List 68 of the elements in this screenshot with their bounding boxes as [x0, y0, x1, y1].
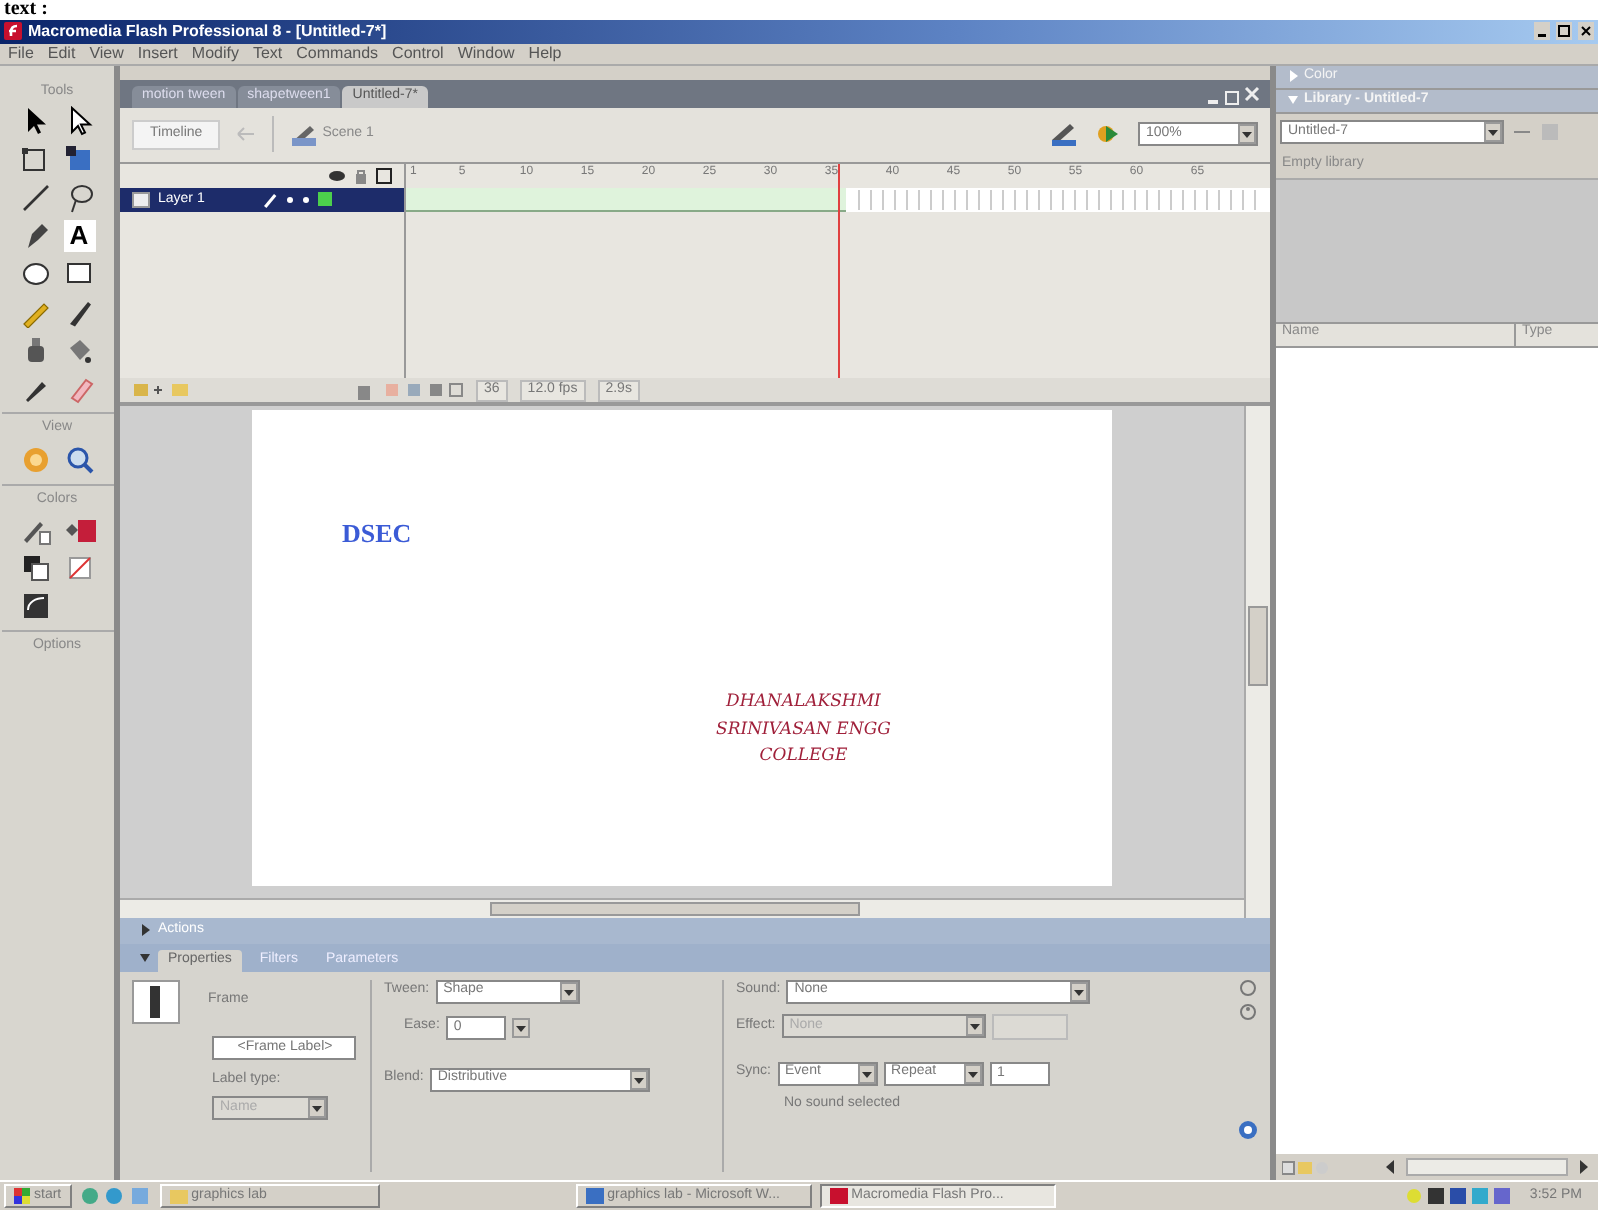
- window-title: Macromedia Flash Professional 8 - [Untitled-7*]: [28, 22, 387, 42]
- search-icon[interactable]: [63, 443, 95, 476]
- accessibility-icon[interactable]: [1240, 1003, 1256, 1019]
- fill-color-icon[interactable]: [63, 514, 95, 547]
- restore-icon[interactable]: [1224, 87, 1240, 108]
- caret-icon[interactable]: [1070, 981, 1089, 1001]
- maximize-icon[interactable]: [1556, 22, 1572, 41]
- caret-icon[interactable]: [559, 981, 578, 1001]
- vertical-scrollbar[interactable]: [1244, 406, 1270, 917]
- lock-icon: [354, 167, 368, 184]
- document-heading: text :: [0, 0, 1598, 20]
- caret-icon[interactable]: [963, 1063, 982, 1083]
- menu-item[interactable]: Text: [252, 44, 283, 64]
- expand-arrow-icon: [1288, 70, 1298, 83]
- menu-item[interactable]: File: [8, 44, 34, 64]
- menu-item[interactable]: Help: [528, 44, 562, 64]
- outline-icon: [376, 167, 392, 184]
- scene-icon: [290, 122, 319, 147]
- scroll-right-icon[interactable]: [1576, 1158, 1592, 1177]
- menu-item[interactable]: Modify: [191, 44, 239, 64]
- dot-icon: [302, 195, 310, 204]
- oval-icon[interactable]: [19, 258, 51, 291]
- onion-skin-icon[interactable]: [384, 382, 464, 399]
- frame-icon: [132, 979, 180, 1023]
- line-icon[interactable]: [19, 182, 51, 215]
- default-colors-icon[interactable]: [19, 552, 51, 585]
- caret-icon[interactable]: [511, 1017, 530, 1037]
- swap-colors-icon[interactable]: [19, 590, 51, 623]
- stage-heading: DSEC: [342, 518, 412, 550]
- edit-icon[interactable]: [1238, 1119, 1258, 1139]
- caret-icon[interactable]: [629, 1069, 648, 1089]
- menu-item[interactable]: Window: [457, 44, 515, 64]
- horizontal-scrollbar[interactable]: [1406, 1158, 1568, 1177]
- caret-icon[interactable]: [1238, 124, 1256, 145]
- library-tools-icon[interactable]: [1282, 1159, 1330, 1176]
- menu-item[interactable]: Insert: [137, 44, 178, 64]
- text-tool[interactable]: A: [63, 220, 95, 253]
- collapse-arrow-icon: [1288, 94, 1298, 107]
- no-color-icon[interactable]: [63, 552, 95, 585]
- square-icon: [318, 192, 332, 207]
- dot-icon: [286, 195, 294, 204]
- menu-item[interactable]: View: [89, 44, 124, 64]
- document-icon: [829, 1188, 848, 1205]
- caret-icon[interactable]: [1484, 122, 1502, 143]
- help-icon[interactable]: [1240, 979, 1256, 995]
- horizontal-scrollbar[interactable]: [120, 897, 1244, 917]
- folder-icon: [169, 1188, 188, 1205]
- app-icon: [4, 22, 22, 41]
- menu-item[interactable]: Control: [392, 44, 444, 64]
- menu-item[interactable]: Commands: [296, 44, 379, 64]
- trash-icon[interactable]: [356, 381, 372, 400]
- caret-icon[interactable]: [857, 1063, 876, 1083]
- eye-icon: [328, 167, 346, 184]
- add-layer-icon[interactable]: [132, 382, 192, 399]
- scroll-left-icon[interactable]: [1382, 1158, 1398, 1177]
- free-transform-icon[interactable]: [19, 144, 51, 177]
- pencil-icon: [262, 191, 278, 208]
- minimize-icon[interactable]: [1534, 22, 1550, 41]
- menu-item[interactable]: Edit: [47, 44, 76, 64]
- expand-arrow-icon: [140, 924, 150, 936]
- layer-icon: [132, 191, 150, 208]
- stage-text: DHANALAKSHMI SRINIVASAN ENGG COLLEGE: [716, 690, 891, 770]
- edit-symbols-icon[interactable]: [1050, 120, 1078, 149]
- close-icon[interactable]: [1578, 22, 1594, 41]
- document-icon: [585, 1188, 604, 1205]
- windows-logo-icon: [14, 1188, 30, 1205]
- collapse-arrow-icon[interactable]: [140, 951, 150, 963]
- tray-icons[interactable]: [1405, 1186, 1510, 1207]
